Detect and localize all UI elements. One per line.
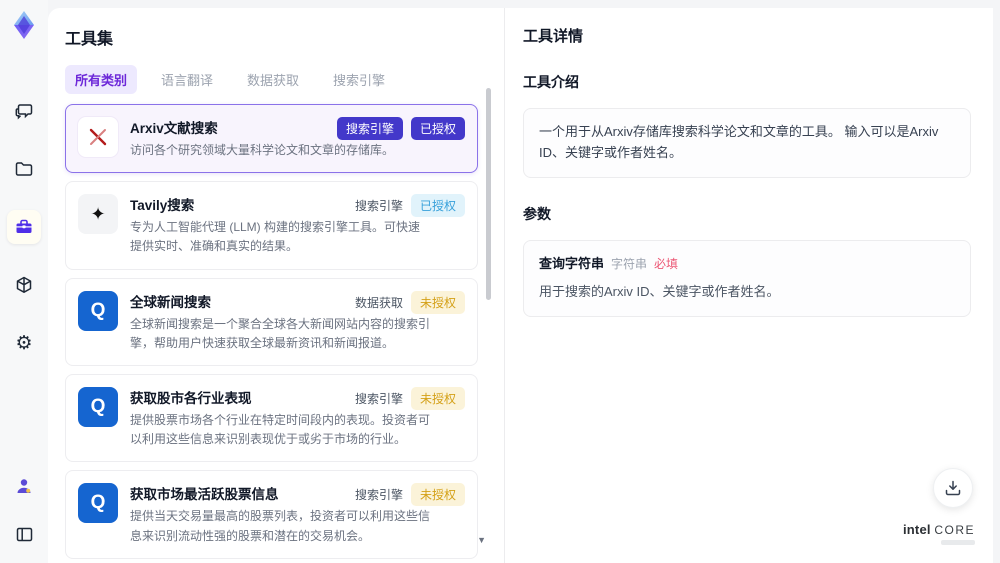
category-badge: 搜索引擎	[336, 117, 403, 140]
auth-status-badge: 未授权	[410, 483, 465, 507]
detail-title: 工具详情	[523, 28, 584, 45]
sidebar-item-chat[interactable]	[7, 94, 41, 128]
param-type: 字符串	[611, 256, 648, 271]
tool-description: 专为人工智能代理 (LLM) 构建的搜索引擎工具。可快速提供实时、准确和真实的结…	[130, 220, 421, 254]
tool-description: 提供股票市场各个行业在特定时间段内的表现。投资者可以利用这些信息来识别表现优于或…	[130, 412, 431, 447]
auth-status-badge: 未授权	[410, 386, 465, 410]
scrollbar-thumb[interactable]	[486, 88, 491, 300]
tab-search-engine[interactable]: 搜索引擎	[323, 65, 395, 94]
tab-translation[interactable]: 语言翻译	[151, 65, 223, 94]
auth-status-badge: 已授权	[410, 194, 465, 218]
news-search-logo-icon: Q	[78, 290, 118, 331]
active-stocks-logo-icon: Q	[78, 483, 118, 524]
user-avatar[interactable]	[7, 469, 41, 503]
category-tabs: 所有类别 语言翻译 数据获取 搜索引擎	[65, 65, 504, 94]
sector-performance-logo-icon: Q	[78, 386, 118, 427]
category-badge: 搜索引擎	[354, 391, 403, 406]
auth-status-badge: 未授权	[410, 290, 465, 314]
left-rail: ⚙	[0, 0, 48, 563]
sidebar-item-settings[interactable]: ⚙	[7, 326, 41, 360]
tab-data-fetch[interactable]: 数据获取	[237, 65, 309, 94]
category-badge: 搜索引擎	[354, 199, 403, 214]
param-required-flag: 必填	[654, 256, 679, 271]
brand-subtext-mark	[941, 540, 975, 545]
tavily-logo-icon: ✦	[78, 194, 118, 235]
sidebar-item-models[interactable]	[7, 268, 41, 302]
collapse-sidebar-button[interactable]	[7, 517, 41, 551]
tool-description: 访问各个研究领域大量科学论文和文章的存储库。	[130, 143, 395, 157]
params-heading: 参数	[523, 205, 551, 222]
tool-card-sector-performance[interactable]: Q 获取股市各行业表现 提供股票市场各个行业在特定时间段内的表现。投资者可以利用…	[65, 373, 478, 463]
intro-heading: 工具介绍	[523, 74, 579, 90]
sidebar-item-files[interactable]	[7, 152, 41, 186]
tool-list: Arxiv文献搜索 访问各个研究领域大量科学论文和文章的存储库。 搜索引擎 已授…	[65, 104, 478, 563]
scroll-down-icon[interactable]: ▼	[477, 535, 486, 545]
intro-box: 一个用于从Arxiv存储库搜索科学论文和文章的工具。 输入可以是Arxiv ID…	[523, 108, 971, 178]
tool-card-tavily[interactable]: ✦ Tavily搜索 专为人工智能代理 (LLM) 构建的搜索引擎工具。可快速提…	[65, 181, 478, 270]
param-box: 查询字符串 字符串 必填 用于搜索的Arxiv ID、关键字或作者姓名。	[523, 239, 971, 318]
folder-icon	[14, 159, 34, 179]
download-button[interactable]	[933, 468, 973, 508]
tab-all-categories[interactable]: 所有类别	[65, 65, 138, 94]
category-badge: 数据获取	[354, 295, 403, 310]
intro-text: 一个用于从Arxiv存储库搜索科学论文和文章的工具。 输入可以是Arxiv ID…	[539, 124, 939, 160]
chat-icon	[14, 101, 34, 121]
brand-intel-text: intel	[902, 522, 931, 537]
user-icon	[14, 476, 34, 496]
tool-detail-panel: 工具详情 工具介绍 一个用于从Arxiv存储库搜索科学论文和文章的工具。 输入可…	[505, 8, 993, 563]
sidebar-item-tools[interactable]	[7, 210, 41, 244]
tool-description: 全球新闻搜索是一个聚合全球各大新闻网站内容的搜索引擎，帮助用户快速获取全球最新资…	[130, 316, 431, 350]
panel-toggle-icon	[15, 525, 34, 544]
param-description: 用于搜索的Arxiv ID、关键字或作者姓名。	[539, 284, 780, 300]
tool-card-arxiv[interactable]: Arxiv文献搜索 访问各个研究领域大量科学论文和文章的存储库。 搜索引擎 已授…	[65, 104, 478, 174]
arxiv-logo-icon	[78, 117, 118, 157]
category-badge: 搜索引擎	[354, 488, 403, 503]
tools-panel: 工具集 所有类别 语言翻译 数据获取 搜索引擎 Arxiv文献搜索 访问各个研究…	[48, 8, 505, 563]
download-icon	[944, 479, 962, 497]
param-name: 查询字符串	[539, 255, 605, 271]
brand-core-text: CORE	[934, 523, 975, 537]
intel-core-logo: intel CORE	[903, 522, 975, 545]
cube-icon	[14, 275, 34, 295]
app-logo[interactable]	[7, 8, 41, 42]
page-title: 工具集	[65, 31, 114, 48]
tool-card-global-news[interactable]: Q 全球新闻搜索 全球新闻搜索是一个聚合全球各大新闻网站内容的搜索引擎，帮助用户…	[65, 277, 478, 366]
toolbox-icon	[14, 217, 34, 237]
tool-card-active-stocks[interactable]: Q 获取市场最活跃股票信息 提供当天交易量最高的股票列表，投资者可以利用这些信息…	[65, 470, 478, 559]
main-surface: 工具集 所有类别 语言翻译 数据获取 搜索引擎 Arxiv文献搜索 访问各个研究…	[48, 8, 993, 563]
gear-icon: ⚙	[15, 332, 33, 354]
auth-status-badge: 已授权	[410, 117, 465, 140]
tool-description: 提供当天交易量最高的股票列表，投资者可以利用这些信息来识别流动性强的股票和潜在的…	[130, 509, 431, 543]
